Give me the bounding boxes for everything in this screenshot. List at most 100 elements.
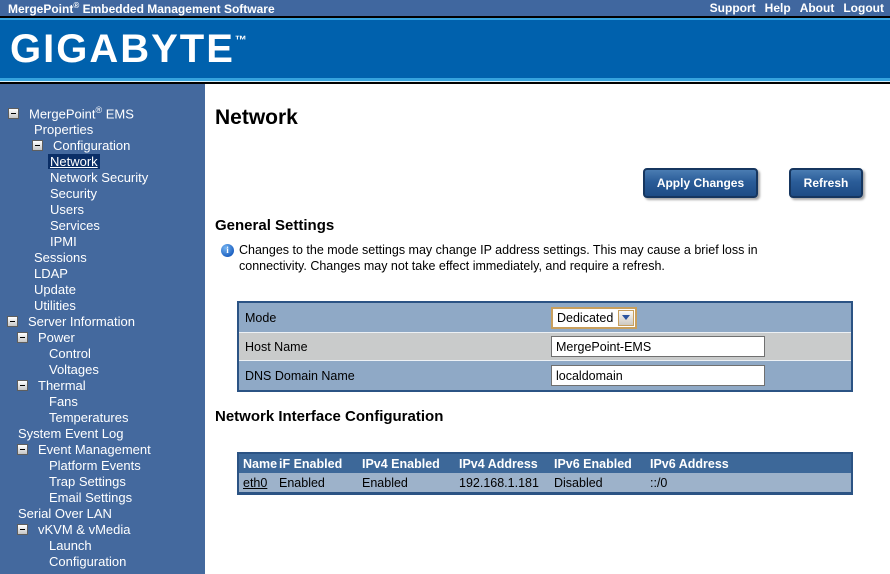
sidebar-item-ipmi[interactable]: IPMI	[0, 233, 205, 249]
sidebar-item-label: Trap Settings	[47, 474, 128, 489]
sidebar-item-ldap[interactable]: LDAP	[0, 265, 205, 281]
sidebar-item-update[interactable]: Update	[0, 281, 205, 297]
collapse-minus-icon[interactable]	[17, 332, 28, 343]
down-arrow-icon	[622, 315, 630, 320]
sidebar-item-label: Security	[48, 186, 99, 201]
sidebar-item-configuration[interactable]: Configuration	[0, 553, 205, 569]
sidebar-item-label: Launch	[47, 538, 94, 553]
trademark-symbol: ™	[235, 33, 247, 47]
column-header-ipv6-enabled: IPv6 Enabled	[552, 457, 648, 471]
topbar-link-about[interactable]: About	[800, 1, 835, 15]
minus-glyph	[20, 337, 25, 338]
sidebar-item-thermal[interactable]: Thermal	[0, 377, 205, 393]
app-window: MergePoint® Embedded Management Software…	[0, 0, 890, 574]
sidebar-item-network-security[interactable]: Network Security	[0, 169, 205, 185]
sidebar-item-label: IPMI	[48, 234, 79, 249]
gigabyte-logo: GIGABYTE™	[10, 29, 247, 69]
sidebar-item-email-settings[interactable]: Email Settings	[0, 489, 205, 505]
topbar-link-help[interactable]: Help	[765, 1, 791, 15]
minus-glyph	[10, 321, 15, 322]
sidebar-item-label: Email Settings	[47, 490, 134, 505]
host-name-control	[551, 336, 765, 357]
topbar-link-support[interactable]: Support	[710, 1, 756, 15]
sidebar-item-label: Properties	[32, 122, 95, 137]
sidebar-item-power[interactable]: Power	[0, 329, 205, 345]
sidebar-item-label: Event Management	[36, 442, 153, 457]
sidebar-item-mergepoint-ems[interactable]: MergePoint® EMS	[0, 105, 205, 121]
sidebar-item-label: System Event Log	[16, 426, 126, 441]
collapse-minus-icon[interactable]	[17, 524, 28, 535]
column-header-ipv4-enabled: IPv4 Enabled	[360, 457, 457, 471]
sidebar-item-configuration[interactable]: Configuration	[0, 137, 205, 153]
topbar-links: Support Help About Logout	[710, 1, 884, 15]
column-header-if-enabled: iF Enabled	[277, 457, 360, 471]
sidebar-item-label: Utilities	[32, 298, 78, 313]
collapse-minus-icon[interactable]	[7, 316, 18, 327]
info-icon: i	[221, 244, 234, 257]
sidebar-item-platform-events[interactable]: Platform Events	[0, 457, 205, 473]
interface-table-header: NameiF EnabledIPv4 EnabledIPv4 AddressIP…	[239, 454, 851, 473]
general-settings-form: ModeDedicated Host Name DNS Domain Name	[237, 301, 853, 392]
sidebar-item-network[interactable]: Network	[0, 153, 205, 169]
general-settings-heading: General Settings	[215, 217, 334, 234]
dns-domain-name-label: DNS Domain Name	[239, 369, 551, 383]
sidebar-item-temperatures[interactable]: Temperatures	[0, 409, 205, 425]
host-name-input[interactable]	[551, 336, 765, 357]
topbar: MergePoint® Embedded Management Software…	[0, 0, 890, 18]
collapse-minus-icon[interactable]	[17, 444, 28, 455]
sidebar-item-event-management[interactable]: Event Management	[0, 441, 205, 457]
interface-row-eth0: eth0EnabledEnabled192.168.1.181Disabled:…	[239, 473, 851, 492]
sidebar-item-label: Network	[48, 154, 100, 169]
sidebar-item-serial-over-lan[interactable]: Serial Over LAN	[0, 505, 205, 521]
sidebar-item-security[interactable]: Security	[0, 185, 205, 201]
sidebar-item-trap-settings[interactable]: Trap Settings	[0, 473, 205, 489]
sidebar-tree: MergePoint® EMSPropertiesConfigurationNe…	[0, 84, 205, 574]
dns-domain-name-input[interactable]	[551, 365, 765, 386]
sidebar-item-server-information[interactable]: Server Information	[0, 313, 205, 329]
sidebar-item-label: Configuration	[47, 554, 128, 569]
sidebar-item-label: Temperatures	[47, 410, 130, 425]
brand-banner: GIGABYTE™	[0, 18, 890, 78]
dropdown-button[interactable]	[618, 310, 634, 326]
cell-ipv4-address: 192.168.1.181	[457, 476, 552, 490]
host-name-label: Host Name	[239, 340, 551, 354]
form-row-host-name: Host Name	[239, 332, 851, 361]
sidebar-item-users[interactable]: Users	[0, 201, 205, 217]
apply-changes-button[interactable]: Apply Changes	[643, 168, 758, 198]
sidebar-item-properties[interactable]: Properties	[0, 121, 205, 137]
dns-domain-name-control	[551, 365, 765, 386]
sidebar-item-label: Network Security	[48, 170, 150, 185]
minus-glyph	[20, 385, 25, 386]
sidebar-item-label: Serial Over LAN	[16, 506, 114, 521]
gigabyte-logo-text: GIGABYTE	[10, 27, 235, 71]
minus-glyph	[35, 145, 40, 146]
form-row-mode: ModeDedicated	[239, 303, 851, 332]
column-header-ipv4-address: IPv4 Address	[457, 457, 552, 471]
sidebar-item-label: MergePoint® EMS	[27, 105, 136, 121]
cell-name: eth0	[239, 476, 277, 490]
collapse-minus-icon[interactable]	[17, 380, 28, 391]
collapse-minus-icon[interactable]	[32, 140, 43, 151]
interface-link-eth0[interactable]: eth0	[243, 476, 267, 490]
sidebar-item-label: Update	[32, 282, 78, 297]
sidebar-item-label: Configuration	[51, 138, 132, 153]
page-title: Network	[215, 106, 298, 130]
sidebar-item-voltages[interactable]: Voltages	[0, 361, 205, 377]
sidebar-item-control[interactable]: Control	[0, 345, 205, 361]
sidebar-item-utilities[interactable]: Utilities	[0, 297, 205, 313]
cell-if-enabled: Enabled	[277, 476, 360, 490]
topbar-link-logout[interactable]: Logout	[843, 1, 884, 15]
sidebar-item-vkvm-vmedia[interactable]: vKVM & vMedia	[0, 521, 205, 537]
sidebar-item-sessions[interactable]: Sessions	[0, 249, 205, 265]
sidebar-item-services[interactable]: Services	[0, 217, 205, 233]
refresh-button[interactable]: Refresh	[789, 168, 863, 198]
cell-ipv6-enabled: Disabled	[552, 476, 648, 490]
sidebar-item-launch[interactable]: Launch	[0, 537, 205, 553]
sidebar-item-system-event-log[interactable]: System Event Log	[0, 425, 205, 441]
sidebar-item-fans[interactable]: Fans	[0, 393, 205, 409]
sidebar-item-label: Thermal	[36, 378, 88, 393]
collapse-minus-icon[interactable]	[8, 108, 19, 119]
sidebar-item-label: Control	[47, 346, 93, 361]
mode-select[interactable]: Dedicated	[551, 307, 637, 329]
column-header-ipv6-address: IPv6 Address	[648, 457, 851, 471]
